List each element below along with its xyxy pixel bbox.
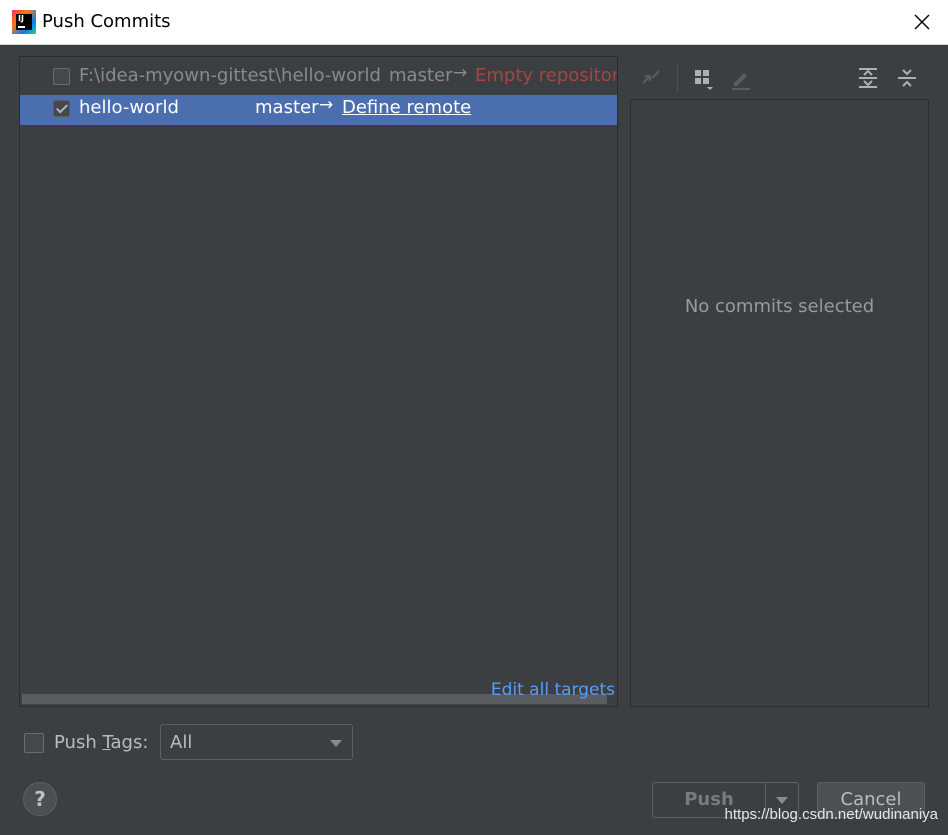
close-icon <box>914 14 930 30</box>
source-branch: master <box>389 65 453 86</box>
push-tags-selected-value: All <box>170 732 193 753</box>
expand-arrows-icon[interactable] <box>639 66 663 90</box>
push-arrow-icon: → <box>453 63 468 83</box>
watermark-text: https://blog.csdn.net/wudinaniya <box>724 806 938 823</box>
push-tags-checkbox[interactable] <box>24 733 44 753</box>
toolbar-separator <box>677 64 678 92</box>
edit-all-targets-link[interactable]: Edit all targets <box>491 680 615 700</box>
source-branch: master <box>255 97 319 118</box>
push-tags-label: Push Tags: <box>54 732 148 753</box>
window-title: Push Commits <box>42 11 171 32</box>
commit-details-panel: No commits selected <box>630 99 929 707</box>
app-icon-text: IJ <box>16 14 32 30</box>
repository-list[interactable]: F:\idea-myown-gittest\hello-world master… <box>19 56 618 707</box>
no-commits-message: No commits selected <box>684 296 875 317</box>
close-button[interactable] <box>904 4 940 40</box>
push-arrow-icon: → <box>319 95 334 115</box>
collapse-all-icon[interactable] <box>895 66 919 90</box>
target-status: Empty repository <box>475 65 618 86</box>
title-bar: IJ Push Commits <box>0 0 948 45</box>
repository-path: F:\idea-myown-gittest\hello-world <box>79 65 381 86</box>
chevron-down-icon <box>330 740 342 747</box>
repository-checkbox[interactable] <box>53 68 70 85</box>
expand-all-icon[interactable] <box>856 66 880 90</box>
edit-icon[interactable] <box>729 66 753 90</box>
repository-row-selected[interactable]: hello-world master → Define remote <box>20 95 617 125</box>
push-tags-label-prefix: Push <box>54 732 103 753</box>
group-by-icon[interactable] <box>692 66 716 90</box>
repository-name: hello-world <box>79 97 179 118</box>
push-tags-dropdown[interactable]: All <box>160 724 353 760</box>
repository-checkbox-checked[interactable] <box>53 100 70 117</box>
push-options-chevron-icon[interactable] <box>776 797 788 804</box>
help-button[interactable]: ? <box>23 782 57 816</box>
intellij-app-icon: IJ <box>12 10 36 34</box>
details-toolbar <box>630 60 945 96</box>
define-remote-link[interactable]: Define remote <box>342 97 471 118</box>
push-tags-label-suffix: ags: <box>110 732 149 753</box>
repository-row[interactable]: F:\idea-myown-gittest\hello-world master… <box>20 63 618 93</box>
